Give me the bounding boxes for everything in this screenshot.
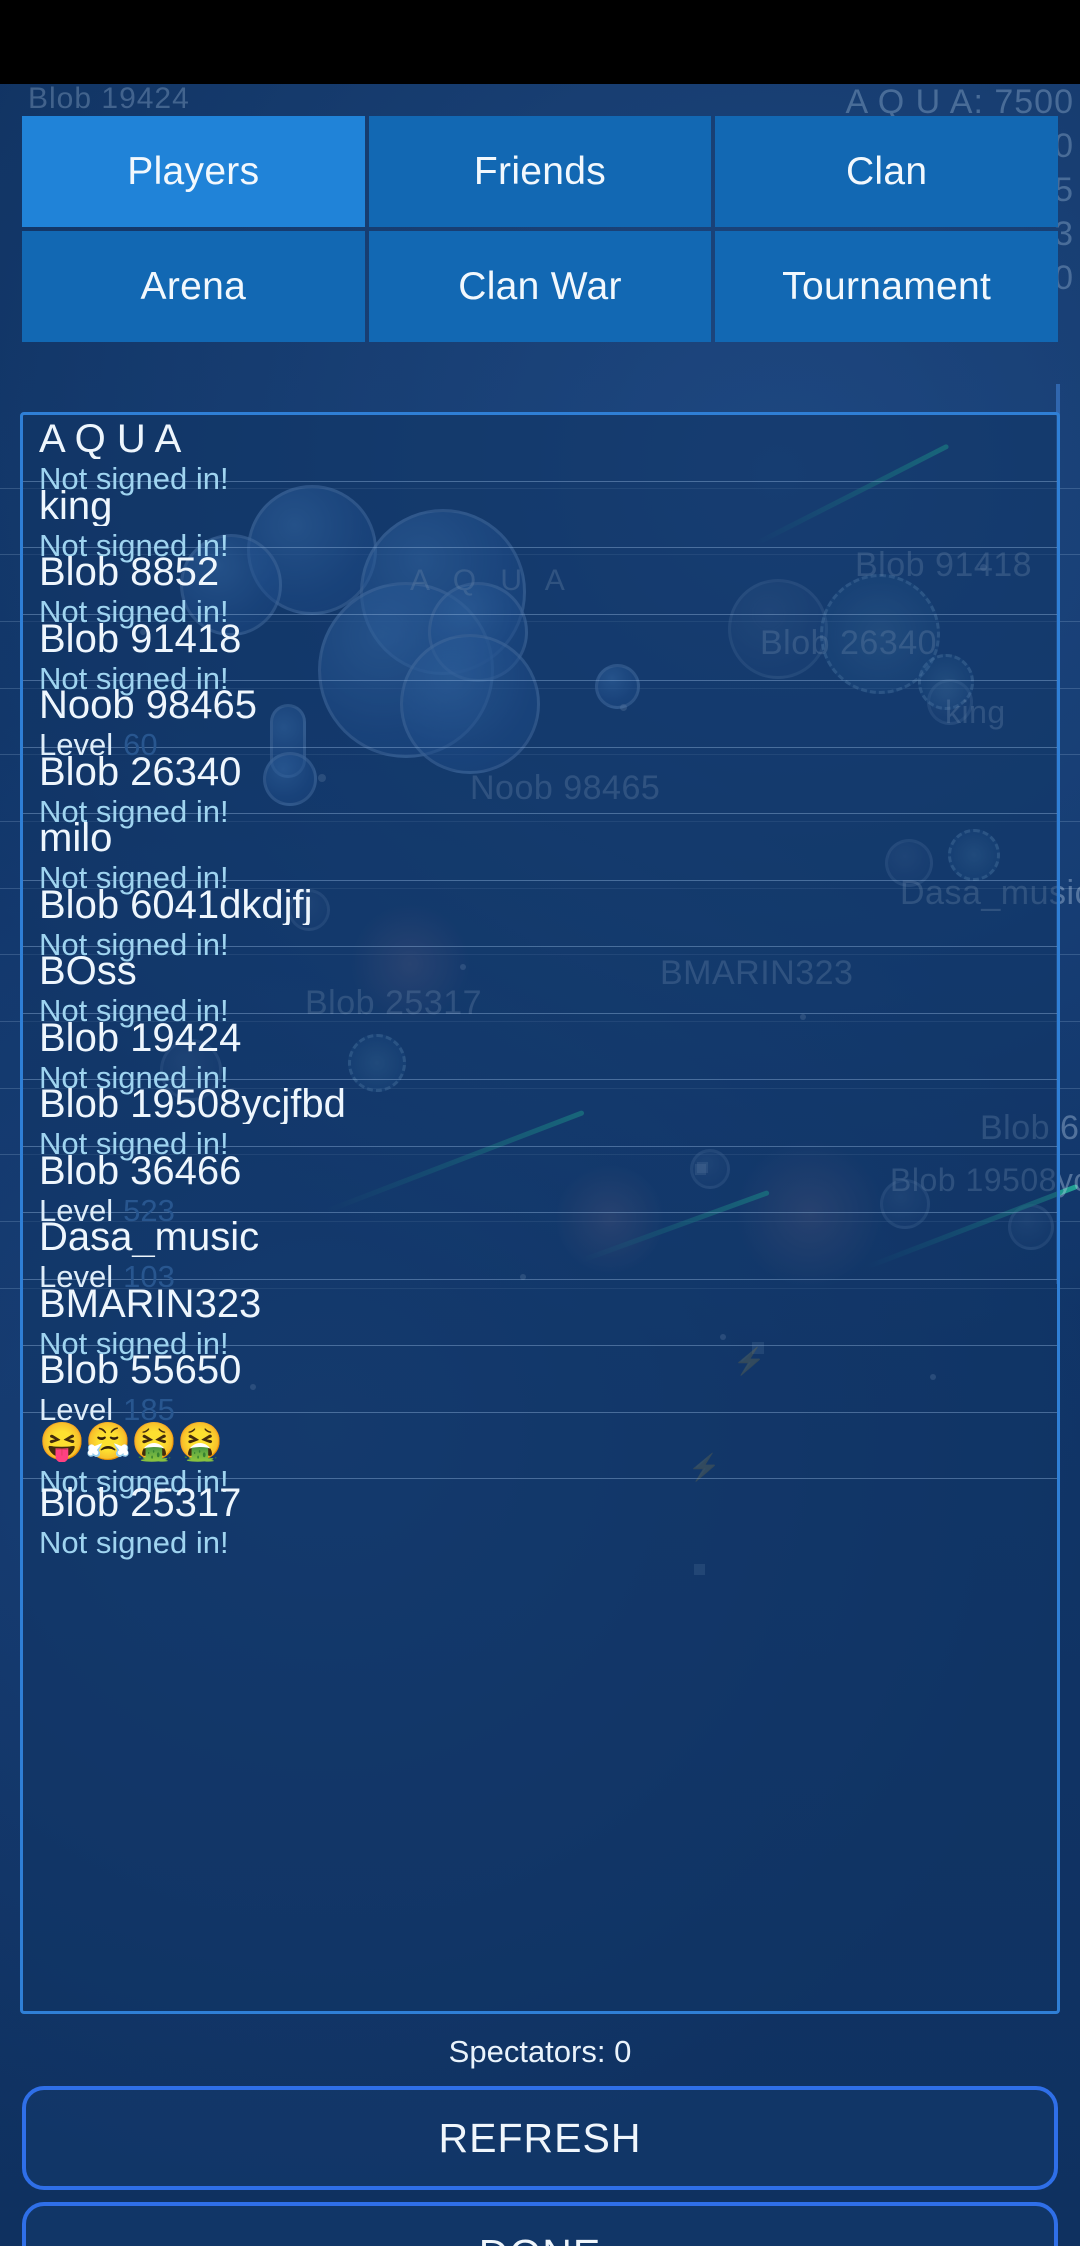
- player-row[interactable]: king Not signed in!: [23, 482, 1057, 561]
- tab-label: Tournament: [782, 264, 992, 308]
- done-button-label: DONE: [479, 2231, 601, 2246]
- tab-label: Arena: [140, 264, 247, 308]
- done-button[interactable]: DONE: [22, 2202, 1058, 2246]
- tab-label: Players: [127, 149, 260, 193]
- player-name: BOss: [39, 949, 137, 991]
- player-row[interactable]: A Q U A Not signed in!: [23, 415, 1057, 494]
- app-root: Blob 19424 A Q U A: 7500 0 1025 3 0: [0, 0, 1080, 2246]
- player-name: Dasa_music: [39, 1215, 260, 1257]
- player-name: BMARIN323: [39, 1281, 262, 1324]
- player-row[interactable]: Blob 19424 Not signed in!: [23, 1014, 1057, 1093]
- player-name: king: [39, 483, 113, 526]
- player-row[interactable]: Noob 98465 Level 60: [23, 681, 1057, 760]
- player-row[interactable]: milo Not signed in!: [23, 814, 1057, 893]
- player-name: Blob 19508ycjfbd: [39, 1082, 346, 1124]
- player-row[interactable]: Blob 6041dkdjfj Not signed in!: [23, 881, 1057, 960]
- player-name: Noob 98465: [39, 683, 257, 725]
- tab-tournament[interactable]: Tournament: [715, 231, 1058, 342]
- tab-bar: Players Friends Clan Arena Clan War Tournamen…: [22, 116, 1058, 342]
- player-row[interactable]: Dasa_music Level 103: [23, 1213, 1057, 1292]
- player-name: Blob 19424: [39, 1015, 242, 1058]
- player-name: A Q U A: [39, 417, 182, 459]
- player-name: Blob 91418: [39, 616, 242, 659]
- tab-friends[interactable]: Friends: [368, 116, 712, 227]
- tab-clan[interactable]: Clan: [715, 116, 1058, 227]
- player-row[interactable]: BMARIN323 Not signed in!: [23, 1280, 1057, 1359]
- status-bar: [0, 0, 1080, 84]
- player-row[interactable]: Blob 25317 Not signed in!: [23, 1479, 1057, 1558]
- player-name: Blob 25317: [39, 1481, 242, 1523]
- tab-arena[interactable]: Arena: [22, 231, 365, 342]
- player-row[interactable]: Blob 55650 Level 185: [23, 1346, 1057, 1425]
- player-name: 😝😤🤮🤮: [39, 1415, 1057, 1462]
- player-name: Blob 6041dkdjfj: [39, 882, 313, 925]
- tab-label: Clan War: [458, 264, 622, 308]
- player-row[interactable]: Blob 19508ycjfbd Not signed in!: [23, 1080, 1057, 1159]
- player-name: Blob 36466: [39, 1148, 242, 1191]
- refresh-button[interactable]: REFRESH: [22, 2086, 1058, 2190]
- player-row[interactable]: BOss Not signed in!: [23, 947, 1057, 1026]
- player-row[interactable]: Blob 36466 Level 523: [23, 1147, 1057, 1226]
- tab-label: Friends: [473, 149, 607, 193]
- player-row[interactable]: Blob 26340 Not signed in!: [23, 748, 1057, 827]
- player-name: Blob 26340: [39, 749, 242, 792]
- player-name: Blob 8852: [39, 550, 220, 592]
- player-name: Blob 55650: [39, 1348, 242, 1390]
- player-row[interactable]: Blob 91418 Not signed in!: [23, 615, 1057, 694]
- refresh-button-label: REFRESH: [438, 2114, 642, 2161]
- spectators-count: Spectators: 0: [448, 2034, 632, 2069]
- tab-label: Clan: [845, 149, 928, 193]
- player-list-dialog: Players Friends Clan Arena Clan War Tournamen…: [0, 84, 1080, 2246]
- player-list[interactable]: A Q U A Not signed in! king Not signed in! B…: [20, 412, 1060, 2014]
- player-status: Not signed in!: [39, 1525, 229, 1560]
- player-name: milo: [39, 816, 113, 858]
- tab-clan-war[interactable]: Clan War: [368, 231, 712, 342]
- player-row[interactable]: Blob 8852 Not signed in!: [23, 548, 1057, 627]
- player-name-emoji: 😝😤🤮🤮: [39, 1420, 224, 1462]
- player-row[interactable]: 😝😤🤮🤮 Not signed in!: [23, 1413, 1057, 1497]
- tab-players[interactable]: Players: [22, 116, 365, 227]
